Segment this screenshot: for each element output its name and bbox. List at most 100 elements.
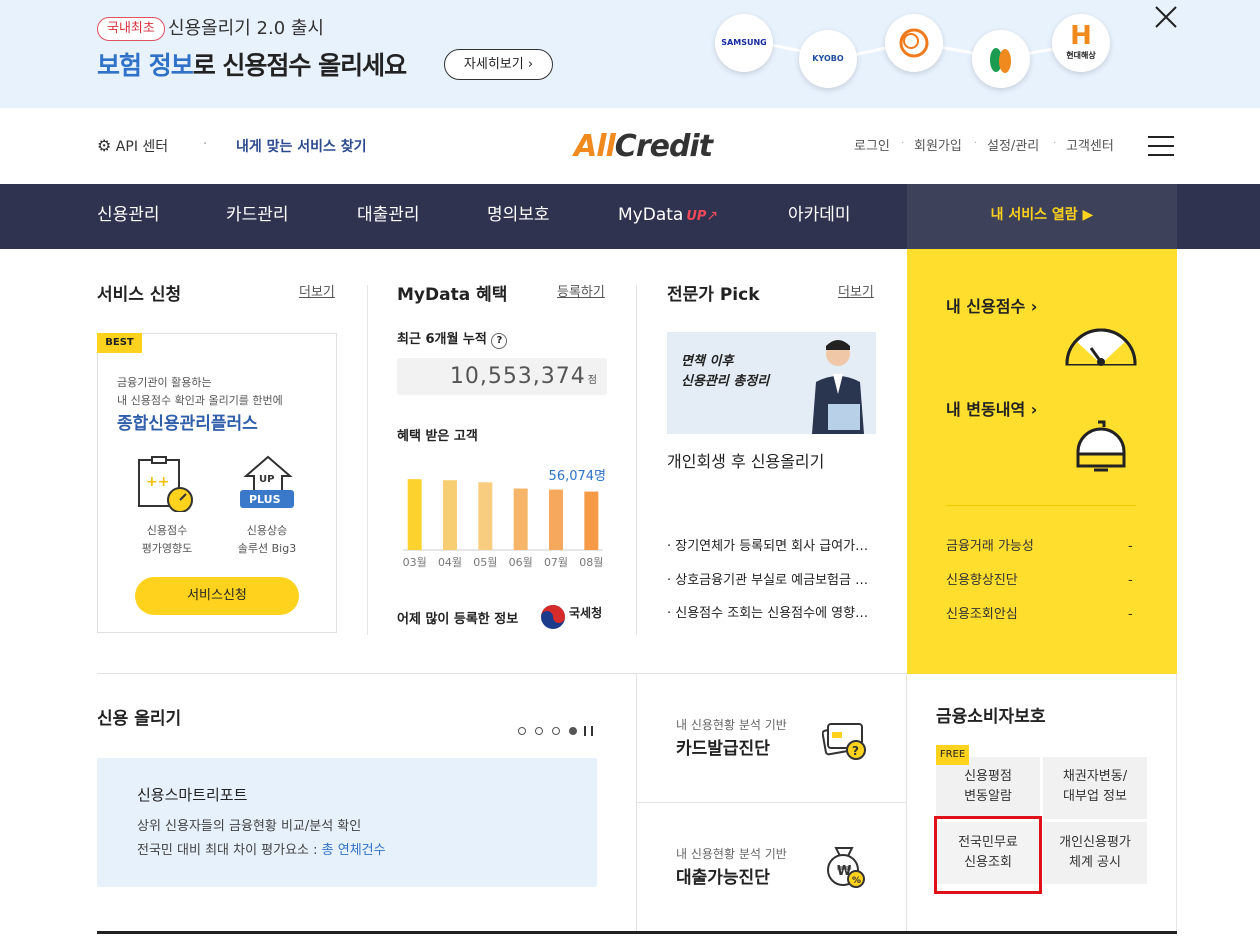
nts-emblem-icon	[541, 605, 565, 629]
score-clipboard-icon: ++	[138, 456, 193, 512]
nav-card-management[interactable]: 카드관리	[226, 184, 289, 249]
loan-diagnosis-link[interactable]: 대출가능진단	[676, 867, 770, 889]
loan-diagnosis-sub: 내 신용현황 분석 기반	[676, 847, 787, 861]
hamburger-menu-icon[interactable]	[1148, 136, 1174, 158]
my-service-view-button[interactable]: 내 서비스 열람 ▶	[907, 184, 1177, 249]
insurer-swirl-logo	[885, 14, 943, 72]
close-banner-button[interactable]	[1152, 3, 1180, 31]
service-more-link[interactable]: 더보기	[299, 284, 335, 302]
login-link[interactable]: 로그인	[854, 138, 890, 156]
smart-report-line1: 상위 신용자들의 금융현황 비교/분석 확인	[137, 819, 362, 834]
expert-list-item[interactable]: · 신용점수 조회는 신용점수에 영향…	[667, 605, 877, 623]
expert-list-item[interactable]: · 장기연체가 등록되면 회사 급여가…	[667, 538, 877, 556]
nav-mydata[interactable]: MyData UP↗	[618, 184, 718, 249]
bell-icon	[1076, 420, 1126, 472]
my-change-history-link[interactable]: 내 변동내역 ›	[946, 399, 1037, 421]
service-apply-button[interactable]: 서비스신청	[135, 577, 299, 615]
panel-row-value: -	[1128, 539, 1133, 554]
card-diagnosis-link[interactable]: 카드발급진단	[676, 738, 770, 760]
expert-headline[interactable]: 개인회생 후 신용올리기	[667, 451, 824, 473]
banner-subtitle: 신용올리기 2.0 출시	[168, 18, 324, 39]
highlight-box	[934, 816, 1042, 894]
customer-center-link[interactable]: 고객센터	[1066, 138, 1114, 156]
chart-bar-04월	[443, 480, 457, 550]
signup-link[interactable]: 회원가입	[914, 138, 962, 156]
close-icon	[1155, 6, 1177, 28]
find-service-link[interactable]: 내게 맞는 서비스 찾기	[236, 137, 367, 157]
allcredit-logo[interactable]: AllCredit	[574, 128, 713, 166]
chart-bar-03월	[407, 479, 422, 550]
api-center-link[interactable]: ⚙ API 센터	[97, 136, 168, 157]
banner-title-highlight: 보험 정보	[97, 51, 194, 80]
expert-more-link[interactable]: 더보기	[838, 284, 874, 302]
banner-title-rest: 로 신용점수 올리세요	[192, 51, 407, 80]
service-desc-2: 내 신용점수 확인과 올리기를 한번에	[117, 394, 283, 407]
chart-tick-label: 06월	[509, 556, 533, 569]
chart-bar-06월	[513, 488, 528, 550]
cumulative-points-box: 10,553,374 점	[397, 358, 607, 395]
carousel-dot-active[interactable]	[569, 727, 577, 735]
smart-report-line2: 전국민 대비 최대 차이 평가요소 : 총 연체건수	[137, 843, 386, 858]
gauge-icon	[1065, 328, 1137, 366]
separator-dot: ·	[901, 138, 905, 149]
column-divider	[367, 285, 368, 635]
mydata-title: MyData 혜택	[397, 285, 508, 305]
icon2-label: 신용상승 솔루션 Big3	[237, 524, 297, 555]
service-product-name[interactable]: 종합신용관리플러스	[117, 413, 258, 435]
gear-icon: ⚙	[97, 136, 112, 155]
panel-row-transaction-possibility[interactable]: 금융거래 가능성	[946, 538, 1034, 556]
carousel-dot[interactable]	[552, 727, 560, 735]
mydata-register-link[interactable]: 등록하기	[557, 284, 605, 302]
carousel-dot[interactable]	[535, 727, 543, 735]
column-divider	[636, 285, 637, 635]
chart-bar-08월	[584, 491, 599, 550]
help-icon[interactable]: ?	[491, 333, 508, 349]
expert-thumbnail[interactable]: 면책 이후 신용관리 총정리	[667, 332, 876, 434]
panel-row-inquiry-safety[interactable]: 신용조회안심	[946, 606, 1018, 624]
hyundai-marine-logo: H 현대해상	[1052, 14, 1110, 72]
credit-evaluation-disclosure-tile[interactable]: 개인신용평가 체계 공시	[1043, 822, 1147, 884]
expert-pick-title: 전문가 Pick	[667, 285, 760, 305]
carousel-controls	[518, 726, 594, 736]
nav-identity-protection[interactable]: 명의보호	[487, 184, 550, 249]
settings-link[interactable]: 설정/관리	[987, 138, 1039, 156]
customers-bar-chart: 03월 04월 05월 06월 07월 08월	[403, 479, 603, 569]
customers-label: 혜택 받은 고객	[397, 429, 478, 444]
swirl-icon	[899, 28, 929, 58]
separator-dot: ·	[974, 138, 978, 149]
column-divider	[636, 674, 637, 932]
db-leaf-icon	[990, 48, 1011, 73]
money-bag-icon: ₩ %	[827, 847, 865, 888]
chart-tick-label: 03월	[403, 556, 427, 569]
credit-score-alarm-tile[interactable]: 신용평점 변동알람	[936, 757, 1040, 819]
svg-text:++: ++	[146, 474, 169, 490]
panel-row-value: -	[1128, 573, 1133, 588]
nav-academy[interactable]: 아카데미	[788, 184, 851, 249]
expert-list-item[interactable]: · 상호금융기관 부실로 예금보험금 …	[667, 572, 877, 590]
my-credit-score-link[interactable]: 내 신용점수 ›	[946, 296, 1037, 318]
pause-icon[interactable]	[584, 726, 593, 736]
chart-tick-label: 04월	[438, 556, 462, 569]
icon1-label: 신용점수 평가영향도	[141, 524, 193, 555]
column-divider	[1176, 674, 1177, 932]
cumulative-label: 최근 6개월 누적 ?	[397, 331, 508, 349]
nav-credit-management[interactable]: 신용관리	[97, 184, 160, 249]
nav-loan-management[interactable]: 대출관리	[357, 184, 420, 249]
samsung-logo: SAMSUNG	[715, 14, 773, 72]
creditor-change-tile[interactable]: 채권자변동/대부업 정보	[1043, 757, 1147, 819]
free-badge: FREE	[936, 745, 969, 765]
service-title: 서비스 신청	[97, 285, 182, 305]
card-question-icon: ?	[822, 723, 866, 760]
detail-button[interactable]: 자세히보기 ›	[444, 49, 553, 80]
smart-report-title: 신용스마트리포트	[137, 786, 248, 804]
panel-row-credit-improvement[interactable]: 신용향상진단	[946, 572, 1018, 590]
svg-text:?: ?	[852, 744, 859, 758]
chart-bar-05월	[478, 482, 493, 550]
mydata-up-icon: UP	[686, 209, 707, 224]
carousel-dot[interactable]	[518, 727, 526, 735]
separator-dot: ·	[203, 137, 208, 152]
banner-title: 보험 정보로 신용점수 올리세요	[97, 49, 407, 83]
first-in-korea-badge: 국내최초	[97, 17, 165, 41]
nts-label: 국세청	[569, 606, 603, 620]
panel-row-value: -	[1128, 607, 1133, 622]
